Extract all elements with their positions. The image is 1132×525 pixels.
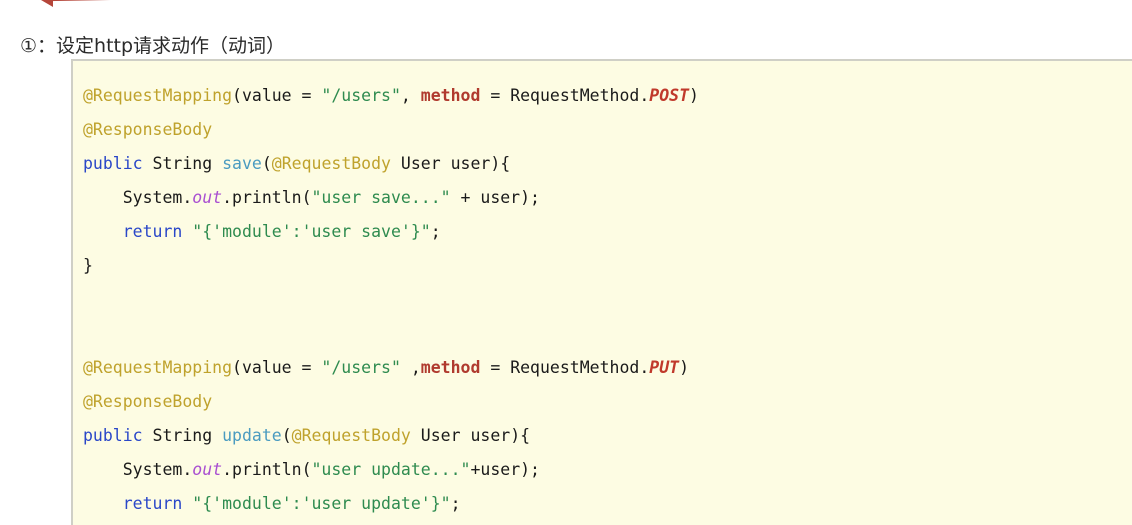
code-token-plain: (	[281, 426, 292, 445]
code-line: public String save(@RequestBody User use…	[83, 147, 1132, 181]
code-token-field: out	[192, 188, 223, 207]
code-token-plain: ,	[400, 358, 421, 377]
code-token-annotation: @ResponseBody	[83, 120, 213, 139]
code-token-keyword: public	[83, 154, 143, 173]
code-token-method: update	[222, 426, 282, 445]
code-token-plain: ;	[430, 222, 441, 241]
code-token-annotation: @RequestMapping	[83, 358, 233, 377]
code-token-string: "/users"	[321, 86, 401, 105]
code-token-attr: method	[420, 358, 481, 377]
code-token-method: save	[222, 154, 262, 173]
code-token-plain: = RequestMethod.	[480, 358, 650, 377]
code-token-string: "user save..."	[311, 188, 451, 207]
code-line: return "{'module':'user update'}";	[83, 487, 1132, 521]
code-token-const: PUT	[649, 358, 680, 377]
code-token-keyword: public	[83, 426, 143, 445]
code-line: }	[83, 521, 1132, 525]
code-token-string: "{'module':'user save'}"	[192, 222, 431, 241]
code-token-plain: .println(	[222, 460, 312, 479]
code-token-plain: }	[83, 256, 93, 275]
code-token-plain: System.	[83, 188, 193, 207]
code-line: @ResponseBody	[83, 385, 1132, 419]
code-token-string: "{'module':'user update'}"	[192, 494, 451, 513]
code-token-plain: User user){	[391, 154, 511, 173]
code-token-type: String	[142, 426, 223, 445]
code-block: @RequestMapping(value = "/users", method…	[71, 59, 1132, 525]
code-token-plain: )	[679, 358, 690, 377]
code-line: @ResponseBody	[83, 113, 1132, 147]
code-line: return "{'module':'user save'}";	[83, 215, 1132, 249]
code-token-string: "/users"	[321, 358, 401, 377]
code-token-annotation: @RequestBody	[271, 154, 391, 173]
code-token-keyword: return	[122, 494, 183, 513]
code-line: @RequestMapping(value = "/users" ,method…	[83, 351, 1132, 385]
code-token-plain: User user){	[410, 426, 531, 445]
code-token-annotation: @RequestMapping	[83, 86, 233, 105]
code-token-plain: = RequestMethod.	[480, 86, 650, 105]
code-token-annotation: @ResponseBody	[83, 392, 213, 411]
code-token-attr: method	[420, 86, 481, 105]
code-token-const: POST	[649, 86, 690, 105]
code-token-plain: +user);	[470, 460, 540, 479]
code-token-keyword: return	[122, 222, 183, 241]
code-line: }	[83, 249, 1132, 283]
code-line: System.out.println("user save..." + user…	[83, 181, 1132, 215]
code-token-string: "user update..."	[311, 460, 471, 479]
code-line: public String update(@RequestBody User u…	[83, 419, 1132, 453]
code-line: @RequestMapping(value = "/users", method…	[83, 79, 1132, 113]
code-line: System.out.println("user update..."+user…	[83, 453, 1132, 487]
code-token-field: out	[192, 460, 223, 479]
code-token-annotation: @RequestBody	[291, 426, 411, 445]
red-underline-arrow-icon	[41, 0, 111, 7]
code-lines: @RequestMapping(value = "/users", method…	[73, 61, 1132, 525]
page-title: ①：设定http请求动作（动词）	[20, 35, 286, 57]
code-token-type: String	[142, 154, 223, 173]
code-token-plain: (	[261, 154, 272, 173]
code-token-plain: (value =	[232, 358, 322, 377]
code-token-plain: )	[689, 86, 699, 105]
code-token-plain: ,	[400, 86, 421, 105]
code-token-plain: (value =	[232, 86, 322, 105]
code-token-plain: + user);	[450, 188, 540, 207]
code-token-plain: System.	[83, 460, 193, 479]
code-token-plain: ;	[450, 494, 461, 513]
code-token-plain: .println(	[222, 188, 312, 207]
